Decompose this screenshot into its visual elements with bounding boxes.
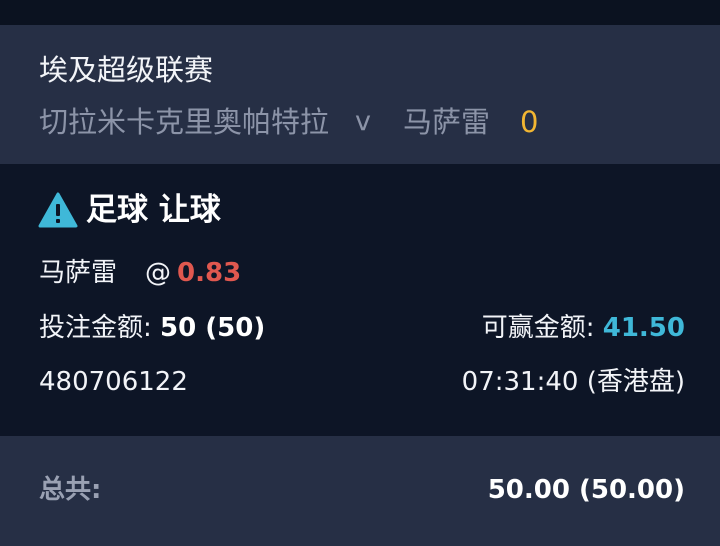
- stake-label: 投注金额:: [39, 313, 152, 343]
- stake-row: 投注金额: 50 (50) 可赢金额: 41.50: [39, 311, 685, 345]
- odds-value: 0.83: [177, 258, 242, 288]
- win-info: 可赢金额: 41.50: [482, 311, 685, 345]
- away-team: 马萨雷: [403, 105, 491, 139]
- top-strip: [0, 0, 720, 25]
- stake-value: 50 (50): [160, 313, 266, 343]
- match-line: 切拉米卡克里奥帕特拉 v 马萨雷 0: [39, 103, 538, 141]
- bet-details: 足球 让球 马萨雷 @ 0.83 投注金额: 50 (50) 可赢金额: 41.…: [0, 164, 720, 436]
- bet-time: 07:31:40 (香港盘): [461, 367, 685, 397]
- total-value: 50.00 (50.00): [487, 475, 685, 505]
- bet-id: 480706122: [39, 367, 188, 397]
- market-title: 足球 让球: [38, 190, 221, 230]
- total-bar: 总共: 50.00 (50.00): [0, 436, 720, 546]
- odds-at-symbol: @: [145, 258, 172, 288]
- match-score: 0: [520, 105, 539, 139]
- win-value: 41.50: [602, 313, 685, 343]
- stake-info: 投注金额: 50 (50): [39, 311, 265, 345]
- warning-icon: [38, 192, 78, 228]
- versus-label: v: [355, 106, 371, 137]
- market-name: 足球 让球: [86, 192, 221, 228]
- win-label: 可赢金额:: [481, 313, 595, 343]
- total-label: 总共:: [39, 475, 102, 505]
- home-team: 切拉米卡克里奥帕特拉: [39, 105, 330, 139]
- match-header: 埃及超级联赛 切拉米卡克里奥帕特拉 v 马萨雷 0: [0, 25, 720, 164]
- league-name: 埃及超级联赛: [39, 53, 214, 87]
- bet-id-row: 480706122 07:31:40 (香港盘): [39, 365, 685, 399]
- selection-line: 马萨雷 @ 0.83: [39, 256, 241, 290]
- selection-name: 马萨雷: [39, 258, 118, 288]
- total-row: 总共: 50.00 (50.00): [39, 473, 685, 507]
